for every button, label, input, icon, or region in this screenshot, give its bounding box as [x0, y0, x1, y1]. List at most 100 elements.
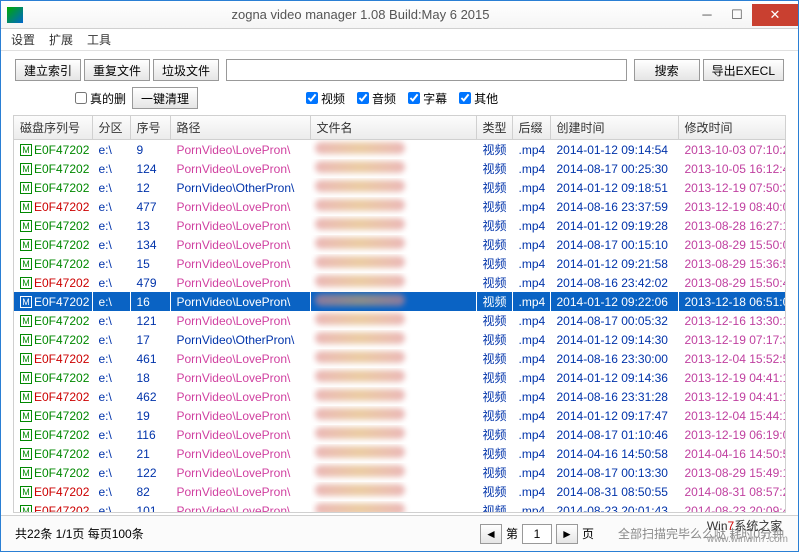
- cell-drive: e:\: [92, 463, 130, 482]
- maximize-button[interactable]: ☐: [722, 4, 752, 26]
- table-row[interactable]: ME0F47202e:\16PornVideo\LovePron\视频.mp42…: [14, 292, 786, 311]
- menu-settings[interactable]: 设置: [11, 31, 35, 48]
- search-input[interactable]: [226, 59, 627, 81]
- cell-filename: [310, 159, 476, 178]
- cell-path: PornVideo\LovePron\: [170, 406, 310, 425]
- table-row[interactable]: ME0F47202e:\477PornVideo\LovePron\视频.mp4…: [14, 197, 786, 216]
- cell-filename: [310, 501, 476, 513]
- col-path[interactable]: 路径: [170, 116, 310, 140]
- cell-seq: 462: [130, 387, 170, 406]
- close-button[interactable]: ✕: [752, 4, 798, 26]
- pager-page-input[interactable]: [522, 524, 552, 544]
- cell-path: PornVideo\LovePron\: [170, 235, 310, 254]
- table-row[interactable]: ME0F47202e:\122PornVideo\LovePron\视频.mp4…: [14, 463, 786, 482]
- cell-mtime: 2013-12-19 06:19:08: [678, 425, 786, 444]
- export-excel-button[interactable]: 导出EXECL: [703, 59, 784, 81]
- build-index-button[interactable]: 建立索引: [15, 59, 81, 81]
- cell-seq: 134: [130, 235, 170, 254]
- cell-filename: [310, 197, 476, 216]
- cell-drive: e:\: [92, 273, 130, 292]
- cell-drive: e:\: [92, 159, 130, 178]
- row-check-icon: M: [20, 315, 32, 327]
- minimize-button[interactable]: ─: [692, 4, 722, 26]
- cell-path: PornVideo\LovePron\: [170, 463, 310, 482]
- cell-serial: ME0F47202: [14, 140, 92, 160]
- cell-seq: 116: [130, 425, 170, 444]
- table-row[interactable]: ME0F47202e:\101PornVideo\LovePron\视频.mp4…: [14, 501, 786, 513]
- col-ext[interactable]: 后缀: [512, 116, 550, 140]
- cell-ext: .mp4: [512, 216, 550, 235]
- cell-seq: 19: [130, 406, 170, 425]
- cell-serial: ME0F47202: [14, 216, 92, 235]
- cell-serial: ME0F47202: [14, 292, 92, 311]
- filter-video-checkbox[interactable]: 视频: [306, 90, 345, 107]
- cell-filename: [310, 482, 476, 501]
- cell-ctime: 2014-08-16 23:31:28: [550, 387, 678, 406]
- table-row[interactable]: ME0F47202e:\19PornVideo\LovePron\视频.mp42…: [14, 406, 786, 425]
- file-table: 磁盘序列号 分区 序号 路径 文件名 类型 后缀 创建时间 修改时间 ME0F4…: [14, 116, 786, 513]
- cell-mtime: 2013-08-29 15:49:15: [678, 463, 786, 482]
- cell-seq: 9: [130, 140, 170, 160]
- row-check-icon: M: [20, 277, 32, 289]
- table-row[interactable]: ME0F47202e:\17PornVideo\OtherPron\视频.mp4…: [14, 330, 786, 349]
- col-serial[interactable]: 磁盘序列号: [14, 116, 92, 140]
- cell-drive: e:\: [92, 444, 130, 463]
- menu-tools[interactable]: 工具: [87, 31, 111, 48]
- trash-files-button[interactable]: 垃圾文件: [153, 59, 219, 81]
- table-row[interactable]: ME0F47202e:\9PornVideo\LovePron\视频.mp420…: [14, 140, 786, 160]
- cell-filename: [310, 273, 476, 292]
- row-check-icon: M: [20, 163, 32, 175]
- menubar: 设置 扩展 工具: [1, 29, 798, 51]
- table-row[interactable]: ME0F47202e:\461PornVideo\LovePron\视频.mp4…: [14, 349, 786, 368]
- table-row[interactable]: ME0F47202e:\121PornVideo\LovePron\视频.mp4…: [14, 311, 786, 330]
- table-row[interactable]: ME0F47202e:\15PornVideo\LovePron\视频.mp42…: [14, 254, 786, 273]
- col-mtime[interactable]: 修改时间: [678, 116, 786, 140]
- pager-prev-button[interactable]: ◄: [480, 524, 502, 544]
- cell-serial: ME0F47202: [14, 406, 92, 425]
- filter-audio-checkbox[interactable]: 音频: [357, 90, 396, 107]
- cell-path: PornVideo\LovePron\: [170, 349, 310, 368]
- row-check-icon: M: [20, 429, 32, 441]
- cell-filename: [310, 387, 476, 406]
- row-check-icon: M: [20, 201, 32, 213]
- cell-ctime: 2014-01-12 09:14:36: [550, 368, 678, 387]
- table-row[interactable]: ME0F47202e:\82PornVideo\LovePron\视频.mp42…: [14, 482, 786, 501]
- cell-path: PornVideo\LovePron\: [170, 273, 310, 292]
- cell-mtime: 2013-12-18 06:51:08: [678, 292, 786, 311]
- table-row[interactable]: ME0F47202e:\134PornVideo\LovePron\视频.mp4…: [14, 235, 786, 254]
- table-row[interactable]: ME0F47202e:\18PornVideo\LovePron\视频.mp42…: [14, 368, 786, 387]
- table-row[interactable]: ME0F47202e:\13PornVideo\LovePron\视频.mp42…: [14, 216, 786, 235]
- cell-path: PornVideo\LovePron\: [170, 159, 310, 178]
- col-seq[interactable]: 序号: [130, 116, 170, 140]
- toolbar: 建立索引 重复文件 垃圾文件 搜索 导出EXECL: [1, 51, 798, 85]
- file-table-container[interactable]: 磁盘序列号 分区 序号 路径 文件名 类型 后缀 创建时间 修改时间 ME0F4…: [13, 115, 786, 513]
- table-row[interactable]: ME0F47202e:\116PornVideo\LovePron\视频.mp4…: [14, 425, 786, 444]
- table-row[interactable]: ME0F47202e:\12PornVideo\OtherPron\视频.mp4…: [14, 178, 786, 197]
- col-drive[interactable]: 分区: [92, 116, 130, 140]
- table-row[interactable]: ME0F47202e:\479PornVideo\LovePron\视频.mp4…: [14, 273, 786, 292]
- cell-type: 视频: [476, 254, 512, 273]
- cell-ext: .mp4: [512, 330, 550, 349]
- cell-type: 视频: [476, 292, 512, 311]
- col-ctime[interactable]: 创建时间: [550, 116, 678, 140]
- real-delete-checkbox[interactable]: 真的删: [75, 90, 126, 107]
- pager-next-button[interactable]: ►: [556, 524, 578, 544]
- cell-ctime: 2014-01-12 09:17:47: [550, 406, 678, 425]
- col-filename[interactable]: 文件名: [310, 116, 476, 140]
- cell-mtime: 2013-12-16 13:30:18: [678, 311, 786, 330]
- cell-type: 视频: [476, 349, 512, 368]
- table-row[interactable]: ME0F47202e:\21PornVideo\LovePron\视频.mp42…: [14, 444, 786, 463]
- search-button[interactable]: 搜索: [634, 59, 700, 81]
- table-row[interactable]: ME0F47202e:\462PornVideo\LovePron\视频.mp4…: [14, 387, 786, 406]
- filter-other-checkbox[interactable]: 其他: [459, 90, 498, 107]
- dup-files-button[interactable]: 重复文件: [84, 59, 150, 81]
- one-click-clean-button[interactable]: 一键清理: [132, 87, 198, 109]
- cell-type: 视频: [476, 197, 512, 216]
- filter-subtitle-checkbox[interactable]: 字幕: [408, 90, 447, 107]
- col-type[interactable]: 类型: [476, 116, 512, 140]
- cell-mtime: 2014-08-31 08:57:23: [678, 482, 786, 501]
- menu-extensions[interactable]: 扩展: [49, 31, 73, 48]
- cell-ctime: 2014-08-23 20:01:43: [550, 501, 678, 513]
- cell-filename: [310, 368, 476, 387]
- table-row[interactable]: ME0F47202e:\124PornVideo\LovePron\视频.mp4…: [14, 159, 786, 178]
